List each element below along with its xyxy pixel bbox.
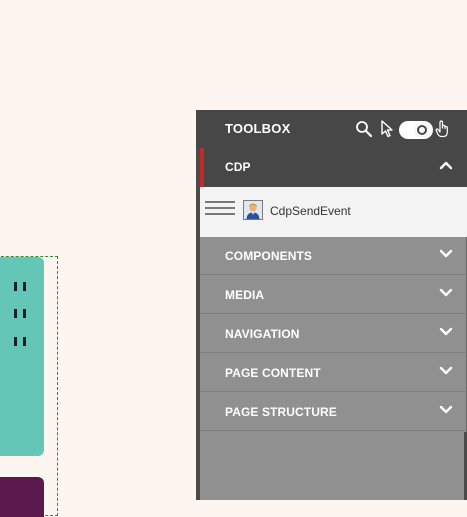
toolbox-item-label: CdpSendEvent xyxy=(270,204,351,218)
toggle-knob xyxy=(415,123,429,137)
active-accent-bar xyxy=(200,148,204,187)
chevron-down-icon[interactable] xyxy=(439,366,453,376)
chevron-down-icon[interactable] xyxy=(439,288,453,298)
category-label: MEDIA xyxy=(225,288,265,302)
dot xyxy=(14,337,17,346)
category-navigation[interactable]: NAVIGATION xyxy=(200,315,467,353)
category-label: CDP xyxy=(225,160,251,174)
dot xyxy=(14,282,17,291)
category-label: PAGE CONTENT xyxy=(225,366,321,380)
category-page-structure[interactable]: PAGE STRUCTURE xyxy=(200,393,467,431)
hand-icon[interactable] xyxy=(434,118,450,140)
dot xyxy=(23,309,26,318)
category-label: PAGE STRUCTURE xyxy=(225,405,337,419)
chevron-up-icon[interactable] xyxy=(439,160,453,170)
category-media[interactable]: MEDIA xyxy=(200,276,467,314)
toolbox-panel: TOOLBOX CDP CdpSendEvent COMPONENTS MEDI… xyxy=(196,110,467,500)
chevron-down-icon[interactable] xyxy=(439,327,453,337)
category-label: NAVIGATION xyxy=(225,327,300,341)
user-avatar-icon xyxy=(243,200,263,220)
purple-content-block[interactable] xyxy=(0,477,44,517)
chevron-down-icon[interactable] xyxy=(439,249,453,259)
drag-handle-icon[interactable] xyxy=(205,201,235,215)
edit-mode-toggle[interactable] xyxy=(399,121,433,139)
dot xyxy=(23,337,26,346)
category-page-content[interactable]: PAGE CONTENT xyxy=(200,354,467,392)
chevron-down-icon[interactable] xyxy=(439,405,453,415)
toolbox-item-cdpsendevent[interactable]: CdpSendEvent xyxy=(200,187,467,237)
category-label: COMPONENTS xyxy=(225,249,313,263)
pointer-icon[interactable] xyxy=(379,118,395,140)
dot xyxy=(23,282,26,291)
teal-content-block[interactable] xyxy=(0,257,44,456)
toolbox-title: TOOLBOX xyxy=(225,121,291,136)
search-icon[interactable] xyxy=(354,118,374,140)
category-components[interactable]: COMPONENTS xyxy=(200,237,467,275)
category-cdp[interactable]: CDP xyxy=(200,148,467,187)
dot xyxy=(14,309,17,318)
toolbox-header: TOOLBOX xyxy=(196,110,467,148)
